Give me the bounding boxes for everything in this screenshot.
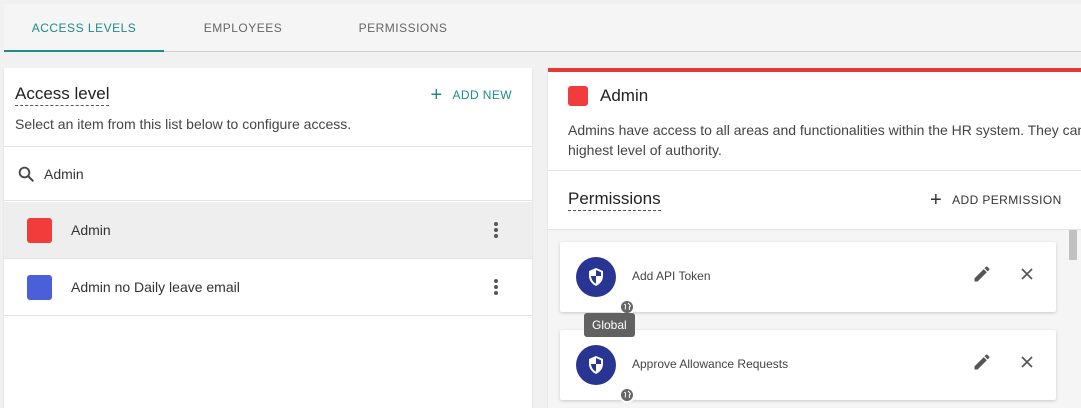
edit-icon[interactable] [972, 352, 992, 372]
access-level-title: Access level [15, 84, 110, 106]
color-swatch [27, 275, 52, 300]
permission-item-approve-allowance-requests: Approve Allowance Requests [560, 330, 1056, 403]
detail-color-swatch [568, 86, 588, 106]
permissions-title: Permissions [568, 189, 661, 211]
plus-icon: + [430, 84, 443, 106]
tab-permissions[interactable]: PERMISSIONS [322, 4, 484, 52]
permission-label: Add API Token [632, 269, 711, 283]
detail-description: Admins have access to all areas and func… [568, 122, 1081, 158]
search-input[interactable] [44, 161, 504, 187]
edit-icon[interactable] [972, 264, 992, 284]
global-tooltip: Global [584, 313, 635, 337]
more-options-icon[interactable] [494, 279, 498, 295]
tab-bar: ACCESS LEVELS EMPLOYEES PERMISSIONS [4, 4, 1081, 52]
permissions-header: Permissions + ADD PERMISSION [548, 170, 1081, 230]
permission-item-add-api-token: Add API Token [560, 242, 1056, 315]
tab-access-levels[interactable]: ACCESS LEVELS [4, 4, 164, 52]
tab-employees[interactable]: EMPLOYEES [164, 4, 322, 52]
list-item-admin-no-daily-leave-email[interactable]: Admin no Daily leave email [4, 259, 532, 316]
shield-icon [589, 268, 603, 286]
search-row [4, 146, 532, 201]
list-item-label: Admin [71, 222, 111, 238]
add-new-label: ADD NEW [452, 88, 512, 102]
color-swatch [27, 218, 52, 243]
list-item-admin[interactable]: Admin [4, 202, 532, 259]
active-tab-indicator [4, 50, 164, 52]
permission-label: Approve Allowance Requests [632, 357, 789, 371]
close-icon[interactable] [1017, 264, 1037, 284]
plus-icon: + [930, 189, 943, 211]
more-options-icon[interactable] [494, 222, 498, 238]
add-permission-label: ADD PERMISSION [952, 193, 1062, 207]
scrollbar-thumb[interactable] [1069, 230, 1077, 260]
search-icon [18, 166, 34, 182]
access-level-subtitle: Select an item from this list below to c… [15, 116, 352, 132]
shield-icon [589, 356, 603, 374]
access-level-panel: Access level + ADD NEW Select an item fr… [4, 68, 532, 408]
detail-title: Admin [600, 86, 649, 105]
permission-avatar [576, 257, 635, 315]
permission-avatar [576, 345, 635, 403]
access-level-detail-panel: Admin Admins have access to all areas an… [548, 68, 1081, 408]
globe-icon[interactable] [619, 387, 635, 403]
add-new-button[interactable]: + ADD NEW [430, 84, 512, 106]
add-permission-button[interactable]: + ADD PERMISSION [930, 189, 1062, 211]
list-item-label: Admin no Daily leave email [71, 279, 240, 295]
close-icon[interactable] [1017, 352, 1037, 372]
